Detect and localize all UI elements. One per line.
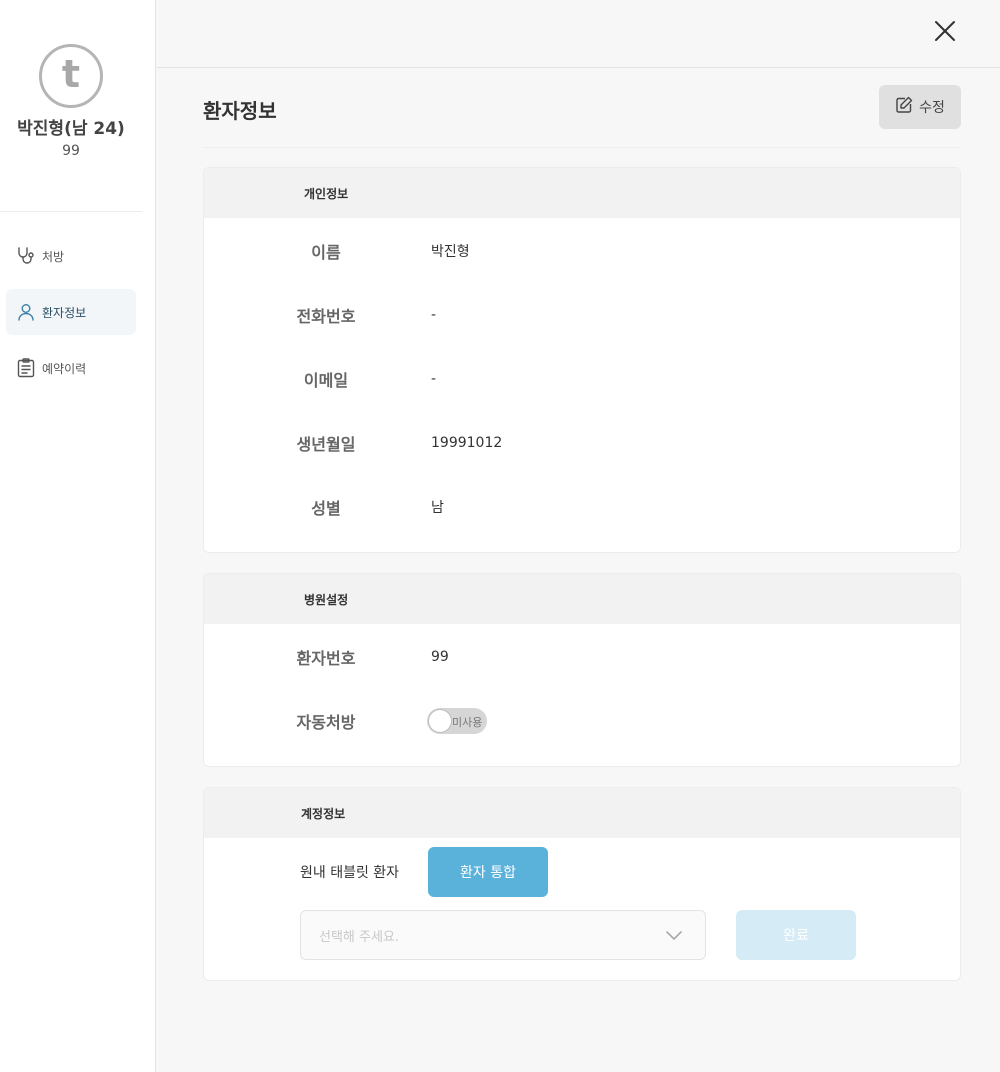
field-value: 19991012 [431,435,503,451]
hospital-settings-card: 병원설정 환자번호 99 자동처방 미사용 [203,573,961,767]
info-row-email: 이메일 - [204,364,960,394]
sidebar-item-label: 처방 [42,249,65,264]
account-info-card: 계정정보 원내 태블릿 환자 환자 통합 선택해 주세요. 완료 [203,787,961,981]
field-value: 남 [431,500,444,516]
card-header: 병원설정 [204,574,960,624]
info-row-birthdate: 생년월일 19991012 [204,428,960,458]
clipboard-icon [16,358,36,378]
divider [203,147,961,148]
field-label: 전화번호 [296,307,356,326]
sidebar-item-reservation-history[interactable]: 예약이력 [6,345,136,391]
select-placeholder: 선택해 주세요. [319,929,400,945]
patient-name: 박진형(남 24) [17,119,125,139]
card-header: 계정정보 [204,788,960,838]
sidebar-item-patient-info[interactable]: 환자정보 [6,289,136,335]
field-label: 생년월일 [296,435,356,454]
edit-button[interactable]: 수정 [879,85,961,129]
user-icon [16,302,36,322]
card-header-label: 개인정보 [304,186,349,201]
account-type-label: 원내 태블릿 환자 [300,865,400,881]
toggle-knob [428,709,452,733]
info-row-gender: 성별 남 [204,492,960,522]
field-value: - [431,307,437,323]
page-title: 환자정보 [203,99,277,123]
toggle-label: 미사용 [452,716,483,729]
personal-info-card: 개인정보 이름 박진형 전화번호 - 이메일 - 생년월일 19991012 성… [203,167,961,553]
patient-number: 99 [62,143,80,159]
field-label: 성별 [311,499,341,518]
edit-button-label: 수정 [919,100,945,116]
card-header-label: 병원설정 [304,592,349,607]
field-label: 이름 [311,243,341,262]
patient-select[interactable]: 선택해 주세요. [300,910,706,960]
edit-icon [895,96,919,118]
sidebar-item-label: 환자정보 [42,305,87,320]
card-header-label: 계정정보 [301,806,346,821]
sidebar-item-label: 예약이력 [42,361,87,376]
close-icon[interactable] [934,20,956,42]
field-value: 99 [431,649,449,665]
sidebar-item-prescription[interactable]: 처방 [6,233,136,279]
sidebar: t 박진형(남 24) 99 처방 환자정보 예약이력 [0,0,156,1072]
field-label: 환자번호 [296,649,356,668]
card-header: 개인정보 [204,168,960,218]
info-row-auto-prescription: 자동처방 미사용 [204,706,960,736]
stethoscope-icon [16,246,36,266]
info-row-phone: 전화번호 - [204,300,960,330]
field-label: 자동처방 [296,713,356,732]
avatar: t [39,44,103,108]
auto-prescription-toggle[interactable]: 미사용 [427,708,487,734]
info-row-patient-number: 환자번호 99 [204,642,960,672]
field-label: 이메일 [303,371,349,390]
info-row-name: 이름 박진형 [204,236,960,266]
done-button[interactable]: 완료 [736,910,856,960]
merge-patient-button[interactable]: 환자 통합 [428,847,548,897]
chevron-down-icon [665,928,683,946]
top-bar [157,0,1000,68]
field-value: 박진형 [431,244,470,260]
field-value: - [431,371,437,387]
sidebar-divider [0,211,142,212]
